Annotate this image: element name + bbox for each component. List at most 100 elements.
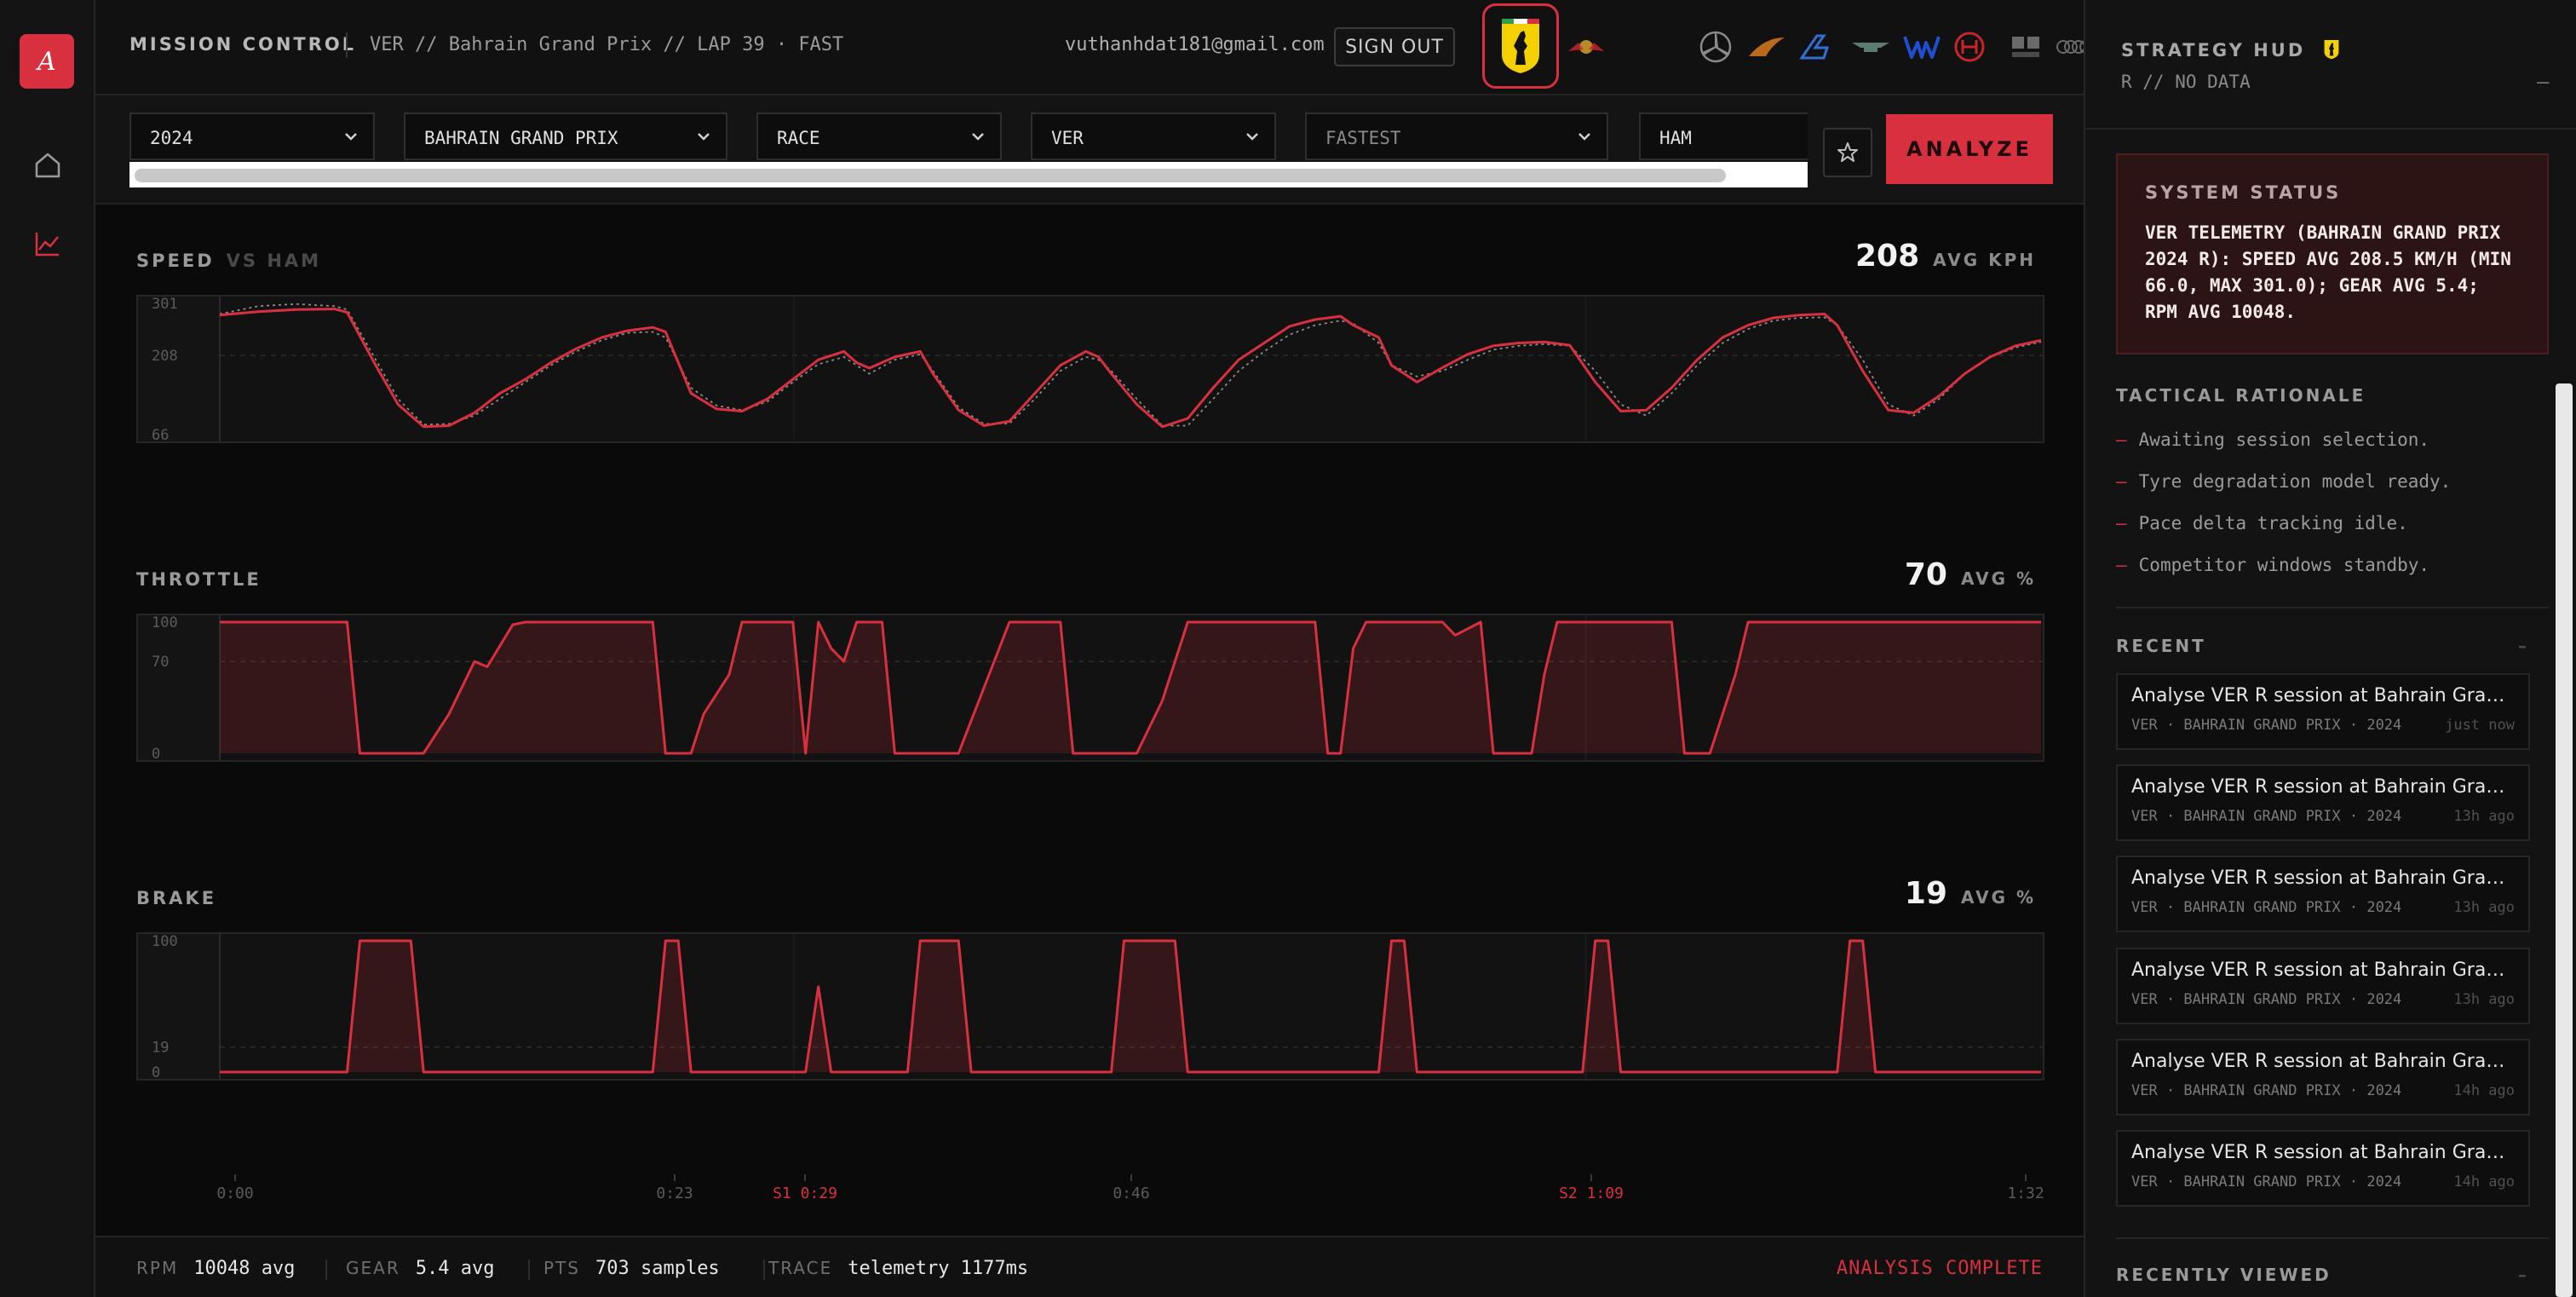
y-tick-label: 100 <box>152 615 178 631</box>
dash-icon: – <box>2116 471 2127 492</box>
recent-item-meta: VER · BAHRAIN GRAND PRIX · 2024 <box>2131 899 2402 916</box>
rationale-text: Tyre degradation model ready. <box>2138 471 2452 492</box>
gear-label: GEAR <box>346 1258 400 1278</box>
throttle-avg-value: 70 <box>1904 557 1947 592</box>
sign-out-button[interactable]: SIGN OUT <box>1334 27 1455 66</box>
recently-viewed-heading[interactable]: RECENTLY VIEWED – <box>2116 1265 2527 1285</box>
trace-stat: TRACE telemetry 1177ms <box>768 1258 1028 1279</box>
rpm-stat: RPM 10048 avg <box>136 1258 295 1279</box>
redbull-logo-icon <box>1568 40 1604 54</box>
recent-item-meta: VER · BAHRAIN GRAND PRIX · 2024 <box>2131 1082 2402 1099</box>
team-redbull-button[interactable] <box>1564 7 1608 87</box>
user-email: vuthanhdat181@gmail.com <box>1065 34 1325 55</box>
footer-divider <box>325 1260 327 1280</box>
strategy-panel: STRATEGY HUD R // NO DATA – SYSTEM STATU… <box>2084 0 2576 1297</box>
y-tick-label: 100 <box>152 934 178 950</box>
astonmartin-wings-icon <box>1852 43 1889 52</box>
team-alpine-button[interactable] <box>1796 7 1840 87</box>
recent-item-title: Analyse VER R session at Bahrain Grand P… <box>2131 776 2515 798</box>
lap-select[interactable]: FASTEST <box>1305 112 1608 160</box>
rpm-value: 10048 avg <box>193 1258 296 1279</box>
throttle-plot[interactable]: 100 70 0 <box>136 614 2044 762</box>
team-williams-button[interactable] <box>1900 7 1944 87</box>
system-status-card: SYSTEM STATUS VER TELEMETRY (BAHRAIN GRA… <box>2116 153 2549 355</box>
chart-icon <box>35 233 59 257</box>
system-status-body: VER TELEMETRY (BAHRAIN GRAND PRIX 2024 R… <box>2145 222 2511 322</box>
y-tick-label: 70 <box>152 654 169 671</box>
year-select-value: 2024 <box>150 128 193 148</box>
recently-viewed-title: RECENTLY VIEWED <box>2116 1265 2332 1285</box>
recent-item[interactable]: Analyse VER R session at Bahrain Grand P… <box>2116 764 2530 841</box>
team-mercedes-button[interactable] <box>1693 7 1738 87</box>
brake-chart-svg: 100 19 0 <box>138 934 2043 1079</box>
team-haas-button[interactable] <box>1947 7 1992 87</box>
analyze-button[interactable]: ANALYZE <box>1886 114 2053 184</box>
team-mclaren-button[interactable] <box>1745 7 1789 87</box>
pts-stat: PTS 703 samples <box>543 1258 720 1279</box>
recent-item[interactable]: Analyse VER R session at Bahrain Grand P… <box>2116 673 2530 750</box>
speed-chart-label: SPEED VS HAM <box>136 251 321 271</box>
home-nav-button[interactable] <box>29 147 66 184</box>
mclaren-swoosh-icon <box>1749 37 1785 56</box>
recent-item[interactable]: Analyse VER R session at Bahrain Grand P… <box>2116 1039 2530 1115</box>
collapse-icon[interactable]: – <box>2518 1265 2529 1285</box>
x-tick-label: 1:32 <box>2007 1185 2044 1202</box>
team-racingbulls-button[interactable] <box>2004 7 2048 87</box>
page-scrollbar[interactable] <box>2556 383 2573 1297</box>
recent-title: RECENT <box>2116 636 2206 656</box>
app-logo[interactable]: A <box>20 34 74 89</box>
compare-driver-select[interactable]: HAM <box>1639 112 1808 160</box>
y-tick-label: 0 <box>152 1064 160 1079</box>
x-tick-label: 0:23 <box>656 1185 693 1202</box>
compare-label: VS HAM <box>226 251 322 271</box>
rationale-text: Pace delta tracking idle. <box>2138 513 2408 533</box>
chevron-down-icon <box>1578 133 1590 141</box>
chevron-down-icon <box>698 133 710 141</box>
time-axis-ticks <box>234 1174 2027 1181</box>
throttle-avg-unit: AVG % <box>1960 568 2036 589</box>
driver-select[interactable]: VER <box>1031 112 1276 160</box>
analysis-status: ANALYSIS COMPLETE <box>1836 1258 2043 1279</box>
speed-label: SPEED <box>136 251 215 271</box>
scrollbar-thumb[interactable] <box>135 169 1726 182</box>
favorite-button[interactable] <box>1823 128 1872 177</box>
y-tick-label: 0 <box>152 746 160 760</box>
recent-item-meta: VER · BAHRAIN GRAND PRIX · 2024 <box>2131 808 2402 825</box>
brake-avg-unit: AVG % <box>1960 887 2036 908</box>
speed-plot[interactable]: 301 208 66 <box>136 295 2044 443</box>
recent-item-time: just now <box>2445 717 2515 734</box>
collapse-icon[interactable]: – <box>2518 636 2529 656</box>
stats-footer: RPM 10048 avg GEAR 5.4 avg PTS 703 samples … <box>95 1236 2084 1297</box>
analytics-nav-button[interactable] <box>29 225 66 262</box>
driver-select-value: VER <box>1051 128 1084 148</box>
session-select[interactable]: RACE <box>756 112 1002 160</box>
racingbulls-logo-icon <box>2012 37 2039 57</box>
lap-select-value: FASTEST <box>1325 128 1401 148</box>
team-astonmartin-button[interactable] <box>1849 7 1893 87</box>
y-tick-label: 208 <box>152 348 178 365</box>
chevron-down-icon <box>972 133 984 141</box>
speed-chart-svg: 301 208 66 <box>138 297 2043 441</box>
throttle-label: THROTTLE <box>136 569 262 590</box>
team-ferrari-button[interactable] <box>1482 3 1559 89</box>
event-select-value: BAHRAIN GRAND PRIX <box>424 128 618 148</box>
recent-item[interactable]: Analyse VER R session at Bahrain Grand P… <box>2116 1130 2530 1207</box>
recent-heading[interactable]: RECENT – <box>2116 636 2527 656</box>
app-title: MISSION CONTROL <box>129 34 357 55</box>
filter-scrollbar[interactable] <box>129 162 1808 187</box>
recent-item-time: 13h ago <box>2453 899 2515 916</box>
ferrari-shield-icon <box>1502 19 1539 73</box>
event-select[interactable]: BAHRAIN GRAND PRIX <box>404 112 727 160</box>
recent-item[interactable]: Analyse VER R session at Bahrain Grand P… <box>2116 856 2530 932</box>
rationale-item: – Pace delta tracking idle. <box>2116 513 2408 533</box>
recent-item-title: Analyse VER R session at Bahrain Grand P… <box>2131 868 2515 889</box>
rationale-item: – Tyre degradation model ready. <box>2116 471 2451 492</box>
year-select[interactable]: 2024 <box>129 112 375 160</box>
hud-subtitle: R // NO DATA <box>2121 72 2251 92</box>
brake-plot[interactable]: 100 19 0 <box>136 932 2044 1081</box>
top-header: MISSION CONTROL VER // Bahrain Grand Pri… <box>95 0 2142 95</box>
pts-label: PTS <box>543 1258 580 1278</box>
collapse-icon[interactable]: – <box>2537 70 2549 94</box>
hud-title-text: STRATEGY HUD <box>2121 40 2306 61</box>
recent-item[interactable]: Analyse VER R session at Bahrain Grand P… <box>2116 948 2530 1024</box>
